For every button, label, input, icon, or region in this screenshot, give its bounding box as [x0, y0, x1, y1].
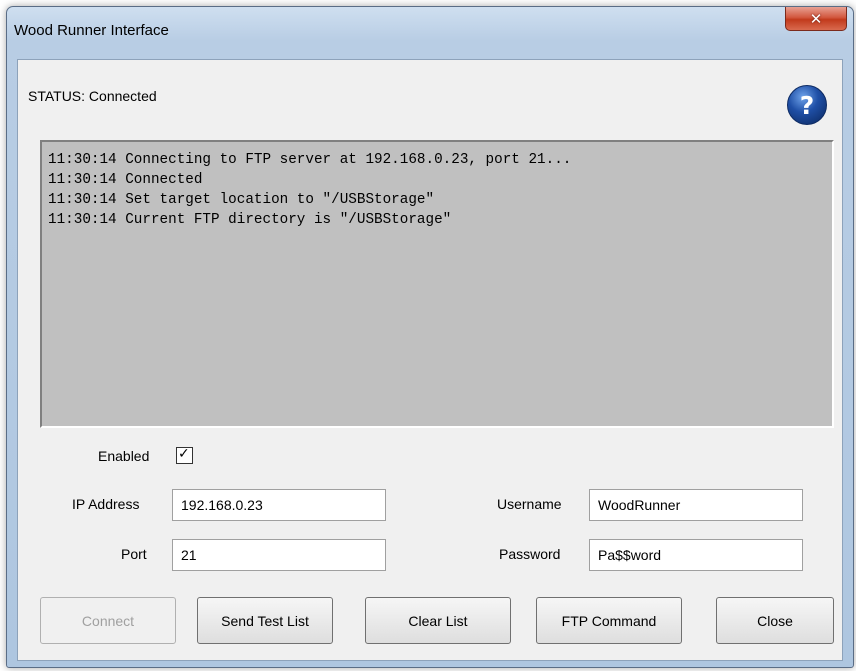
log-line: 11:30:14 Connected — [48, 172, 203, 188]
status-text: STATUS: Connected — [28, 88, 157, 104]
checkmark-icon: ✓ — [178, 446, 190, 462]
log-line: 11:30:14 Current FTP directory is "/USBS… — [48, 212, 452, 228]
window-title: Wood Runner Interface — [14, 22, 169, 39]
username-field[interactable] — [589, 489, 803, 521]
password-label: Password — [499, 546, 561, 562]
log-output[interactable]: 11:30:14 Connecting to FTP server at 192… — [40, 140, 834, 428]
username-label: Username — [497, 496, 562, 512]
close-icon: ✕ — [809, 9, 823, 28]
help-icon[interactable]: ? — [786, 84, 828, 126]
ip-address-field[interactable] — [172, 489, 386, 521]
ftp-command-button[interactable]: FTP Command — [536, 597, 682, 644]
ip-address-label: IP Address — [72, 496, 140, 512]
window-close-button[interactable]: ✕ — [785, 7, 847, 31]
clear-list-button[interactable]: Clear List — [365, 597, 511, 644]
password-field[interactable] — [589, 539, 803, 571]
port-label: Port — [121, 546, 147, 562]
log-line: 11:30:14 Connecting to FTP server at 192… — [48, 152, 572, 168]
enabled-checkbox[interactable]: ✓ — [176, 446, 193, 464]
connect-button[interactable]: Connect — [40, 597, 176, 644]
port-field[interactable] — [172, 539, 386, 571]
log-line: 11:30:14 Set target location to "/USBSto… — [48, 192, 435, 208]
help-glyph: ? — [800, 91, 815, 120]
send-test-list-button[interactable]: Send Test List — [197, 597, 333, 644]
enabled-label: Enabled — [98, 448, 150, 464]
close-button[interactable]: Close — [716, 597, 834, 644]
